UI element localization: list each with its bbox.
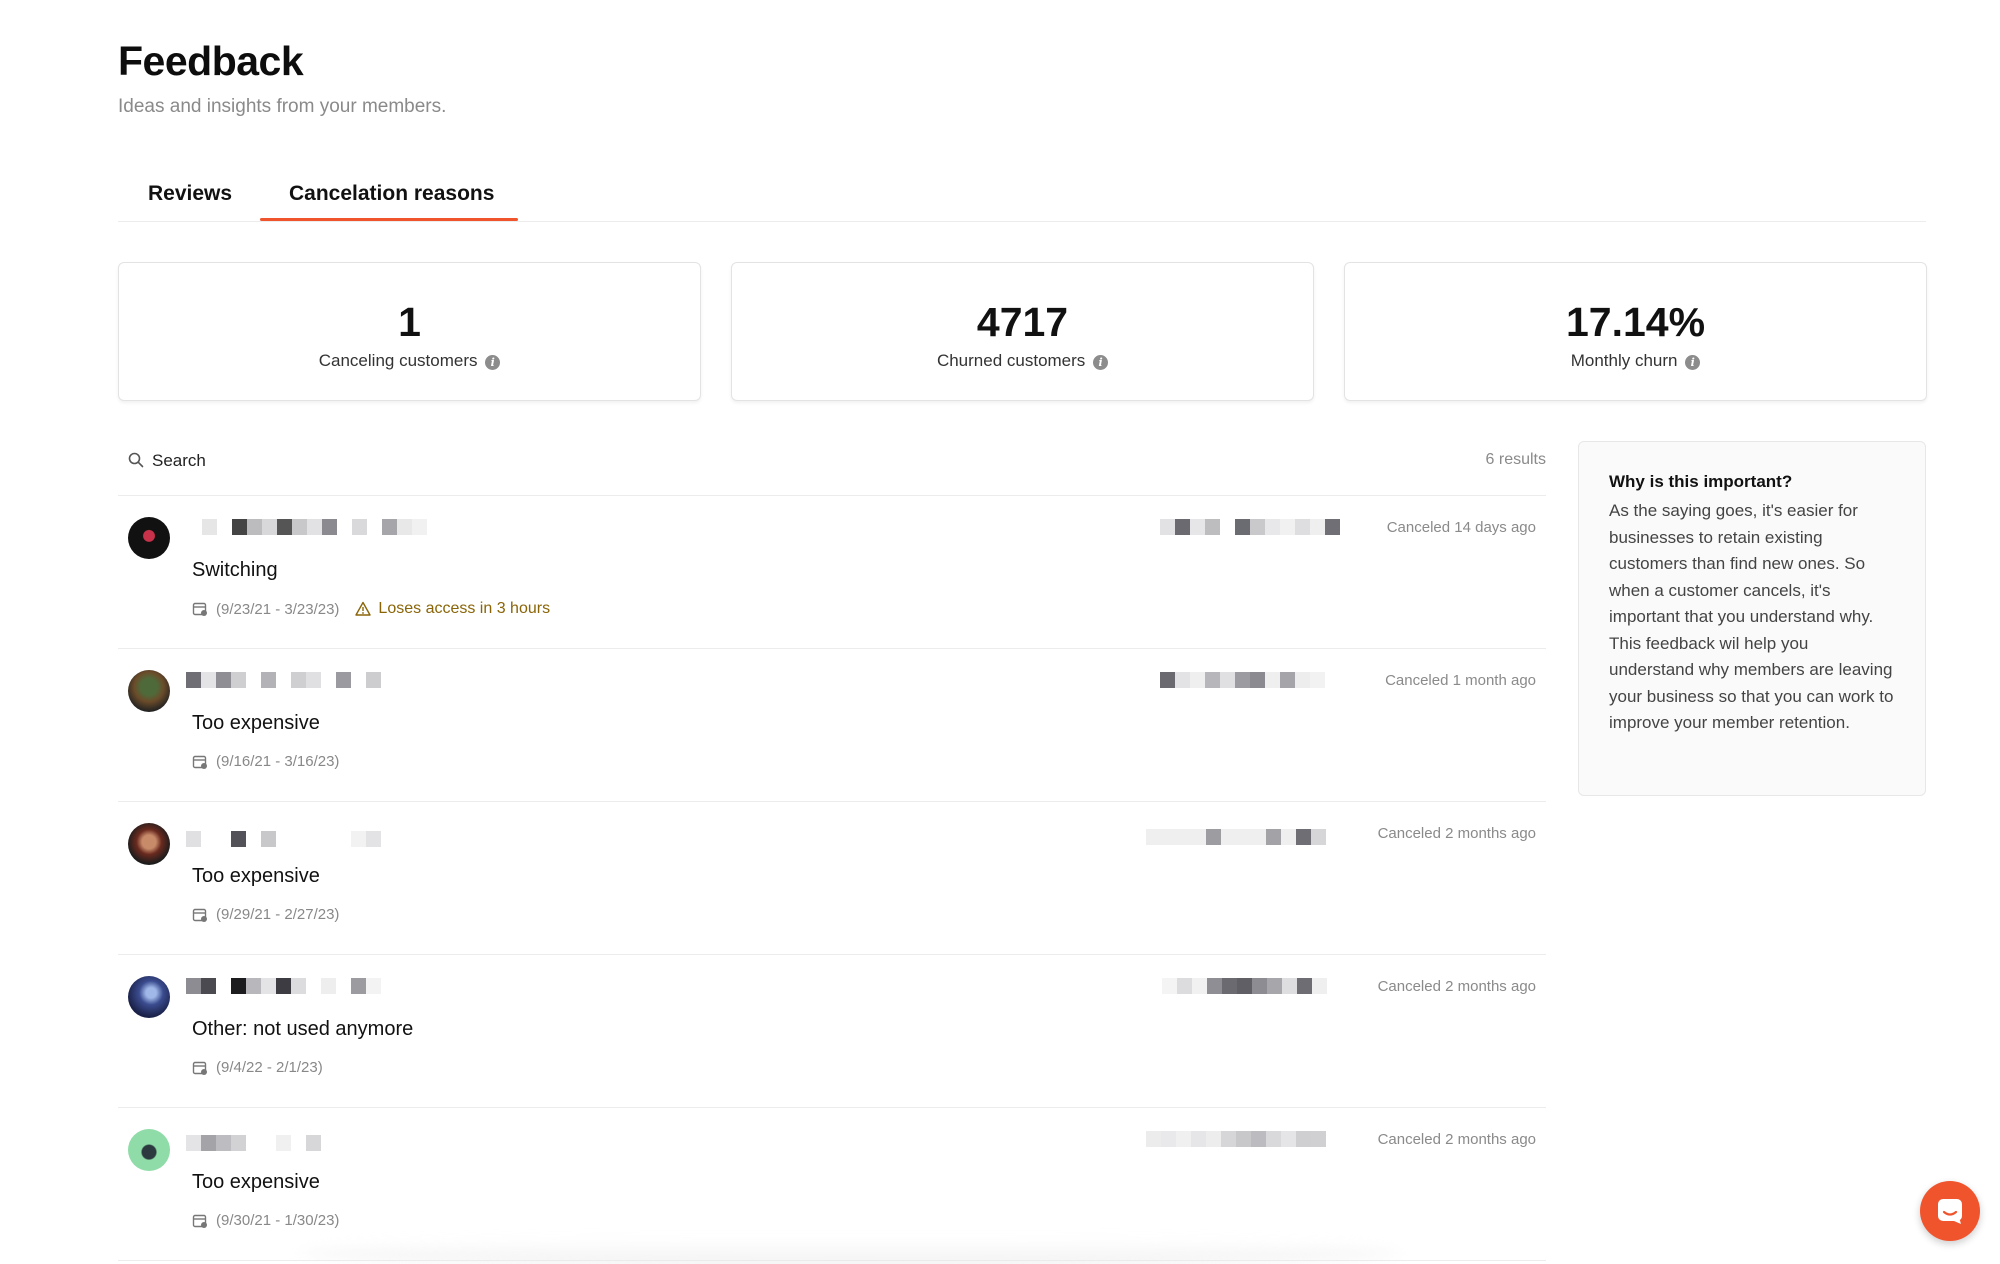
name-redacted — [186, 1135, 321, 1151]
calendar-icon — [192, 602, 207, 616]
membership-dates: (9/4/22 - 2/1/23) — [192, 1059, 323, 1076]
membership-dates: (9/16/21 - 3/16/23) — [192, 753, 339, 770]
page-subtitle: Ideas and insights from your members. — [118, 96, 447, 117]
avatar — [128, 1129, 170, 1171]
canceled-time: Canceled 1 month ago — [1385, 672, 1536, 689]
calendar-icon — [192, 1214, 207, 1228]
access-warning: Loses access in 3 hours — [355, 600, 550, 618]
avatar — [128, 976, 170, 1018]
list-item[interactable]: Too expensive (9/16/21 - 3/16/23) Cancel… — [118, 650, 1546, 802]
search-icon — [128, 452, 144, 468]
stat-value: 4717 — [976, 299, 1069, 345]
name-redacted — [202, 519, 427, 535]
membership-dates: (9/29/21 - 2/27/23) — [192, 906, 339, 923]
membership-dates: (9/23/21 - 3/23/23) Loses access in 3 ho… — [192, 600, 550, 618]
stat-card-churned: 4717 Churned customers i — [731, 262, 1314, 401]
stat-value: 1 — [398, 299, 421, 345]
calendar-icon — [192, 1061, 207, 1075]
email-redacted — [1146, 829, 1326, 845]
name-redacted — [186, 672, 381, 688]
panel-title: Why is this important? — [1609, 472, 1793, 491]
calendar-icon — [192, 755, 207, 769]
canceled-time: Canceled 14 days ago — [1386, 519, 1536, 536]
canceled-time: Canceled 2 months ago — [1377, 978, 1536, 995]
panel-body: As the saying goes, it's easier for busi… — [1609, 501, 1894, 732]
name-redacted — [186, 831, 381, 847]
cancel-reason: Too expensive — [192, 712, 320, 734]
email-redacted — [1162, 978, 1327, 994]
scroll-fade — [300, 1238, 1400, 1264]
list-item[interactable]: Other: not used anymore (9/4/22 - 2/1/23… — [118, 956, 1546, 1108]
avatar — [128, 823, 170, 865]
list-item[interactable]: Switching (9/23/21 - 3/23/23) Loses acce… — [118, 497, 1546, 649]
results-count: 6 results — [1485, 451, 1546, 468]
cancel-reason: Too expensive — [192, 865, 320, 887]
search-input[interactable]: Search — [152, 451, 206, 471]
search-bar[interactable]: Search 6 results — [118, 440, 1546, 496]
tab-reviews[interactable]: Reviews — [148, 182, 232, 206]
page-title: Feedback — [118, 38, 304, 84]
email-redacted — [1160, 519, 1340, 535]
stat-value: 17.14% — [1565, 299, 1706, 345]
name-redacted — [186, 978, 381, 994]
avatar — [128, 517, 170, 559]
membership-dates: (9/30/21 - 1/30/23) — [192, 1212, 339, 1229]
cancel-reason: Other: not used anymore — [192, 1018, 414, 1040]
canceled-time: Canceled 2 months ago — [1377, 825, 1536, 842]
stat-label: Churned customers i — [732, 351, 1313, 371]
tab-cancelation-reasons[interactable]: Cancelation reasons — [289, 182, 494, 206]
list-item[interactable]: Too expensive (9/29/21 - 2/27/23) Cancel… — [118, 803, 1546, 955]
tab-bar: Reviews Cancelation reasons — [118, 170, 1926, 222]
avatar — [128, 670, 170, 712]
active-tab-indicator — [260, 218, 518, 221]
email-redacted — [1160, 672, 1325, 688]
chat-icon — [1938, 1199, 1962, 1224]
stat-card-monthly-churn: 17.14% Monthly churn i — [1344, 262, 1927, 401]
email-redacted — [1146, 1131, 1326, 1147]
chat-launcher-button[interactable] — [1920, 1181, 1980, 1241]
stat-card-canceling: 1 Canceling customers i — [118, 262, 701, 401]
info-icon[interactable]: i — [1685, 355, 1701, 370]
warning-icon — [355, 601, 372, 616]
cancel-reason: Too expensive — [192, 1171, 320, 1193]
info-icon[interactable]: i — [485, 355, 501, 370]
calendar-icon — [192, 908, 207, 922]
stat-label: Canceling customers i — [119, 351, 700, 371]
cancel-reason: Switching — [192, 559, 278, 581]
canceled-time: Canceled 2 months ago — [1377, 1131, 1536, 1148]
stat-label: Monthly churn i — [1345, 351, 1926, 371]
info-icon[interactable]: i — [1093, 355, 1109, 370]
why-important-panel: Why is this important? As the saying goe… — [1578, 441, 1926, 796]
